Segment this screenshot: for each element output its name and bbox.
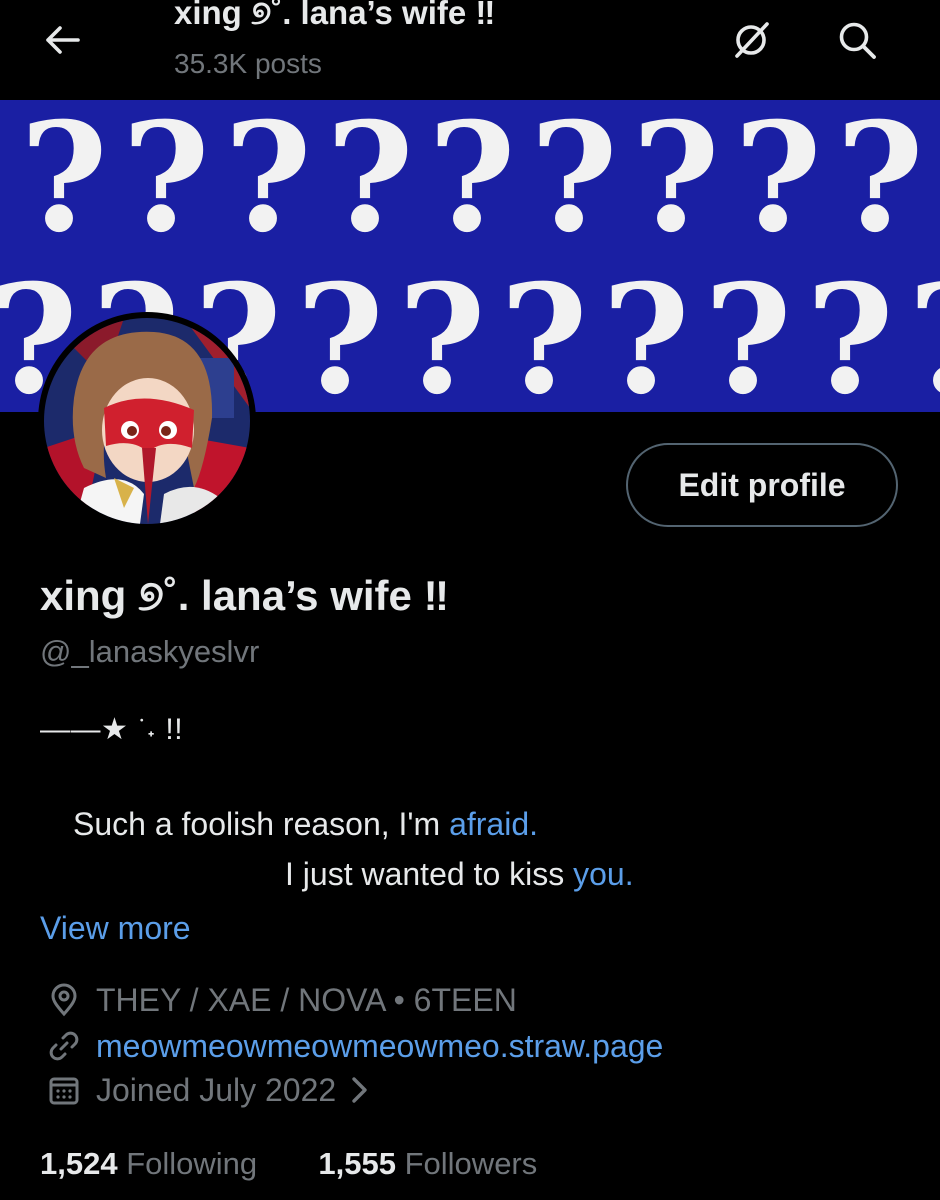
banner-question-mark: ? — [806, 252, 894, 412]
banner-question-mark: ? — [530, 100, 618, 266]
profile-joined-date: Joined July 2022 — [96, 1071, 337, 1108]
search-icon — [839, 22, 876, 59]
banner-question-mark: ? — [500, 252, 588, 412]
avatar[interactable] — [38, 312, 256, 530]
banner-question-mark: ? — [908, 252, 940, 412]
header-posts-count: 35.3K posts — [174, 48, 322, 79]
banner-question-mark: ? — [632, 100, 720, 266]
banner-question-mark: ? — [20, 100, 108, 266]
grok-button[interactable] — [726, 15, 776, 65]
profile-website-row: meowmeowmeowmeowmeo.straw.page — [46, 1024, 663, 1068]
profile-website-link[interactable]: meowmeowmeowmeowmeo.straw.page — [96, 1028, 663, 1065]
link-icon — [46, 1028, 82, 1064]
search-button[interactable] — [832, 15, 882, 65]
bio-line-2-highlight: you. — [573, 856, 634, 892]
profile-location: THEY / XAE / NOVA • 6TEEN — [96, 981, 517, 1018]
following-count: 1,524 — [40, 1146, 118, 1181]
following-label: Following — [126, 1146, 258, 1181]
view-more-link[interactable]: View more — [40, 910, 191, 947]
followers-count: 1,555 — [318, 1146, 396, 1181]
location-pin-icon — [46, 982, 82, 1018]
bio-line-1-text: Such a foolish reason, I'm — [73, 806, 450, 842]
profile-handle: @_lanaskyeslvr — [40, 634, 260, 669]
banner-question-mark: ? — [734, 100, 822, 266]
bio-line-1-highlight: afraid. — [449, 806, 539, 842]
profile-location-row: THEY / XAE / NOVA • 6TEEN — [46, 978, 517, 1022]
edit-profile-button[interactable]: Edit profile — [626, 443, 898, 527]
banner-question-mark: ? — [602, 252, 690, 412]
calendar-icon — [46, 1072, 82, 1108]
followers-label: Followers — [404, 1146, 538, 1181]
chevron-right-icon — [348, 1075, 370, 1105]
banner-question-mark: ? — [296, 252, 384, 412]
profile-display-name: xing ୭˚. lana’s wife ‼ — [40, 572, 449, 619]
followers-stat[interactable]: 1,555 Followers — [318, 1146, 537, 1181]
bio-line-2-text: I just wanted to kiss — [285, 856, 574, 892]
banner-question-mark: ? — [836, 100, 924, 266]
grok-icon — [735, 22, 769, 58]
banner-question-mark: ? — [224, 100, 312, 266]
header-title: xing ୭˚. lana’s wife ‼ — [174, 0, 496, 31]
bio-line-1: Such a foolish reason, I'm afraid. — [73, 806, 538, 843]
bio-decoration: ——★ ͘ ˖ !! — [40, 713, 184, 746]
banner-question-mark: ? — [704, 252, 792, 412]
back-button[interactable] — [40, 18, 84, 62]
following-stat[interactable]: 1,524 Following — [40, 1146, 257, 1181]
bio-line-2: I just wanted to kiss you. — [285, 856, 634, 893]
follow-stats: 1,524 Following 1,555 Followers — [40, 1146, 537, 1182]
banner-question-mark: ? — [122, 100, 210, 266]
profile-joined-row[interactable]: Joined July 2022 — [46, 1068, 370, 1112]
avatar-image — [44, 318, 250, 524]
banner-question-mark: ? — [428, 100, 516, 266]
banner-question-mark: ? — [326, 100, 414, 266]
arrow-left-icon — [46, 26, 80, 54]
banner-question-mark: ? — [398, 252, 486, 412]
top-bar: xing ୭˚. lana’s wife ‼ 35.3K posts — [0, 0, 940, 100]
